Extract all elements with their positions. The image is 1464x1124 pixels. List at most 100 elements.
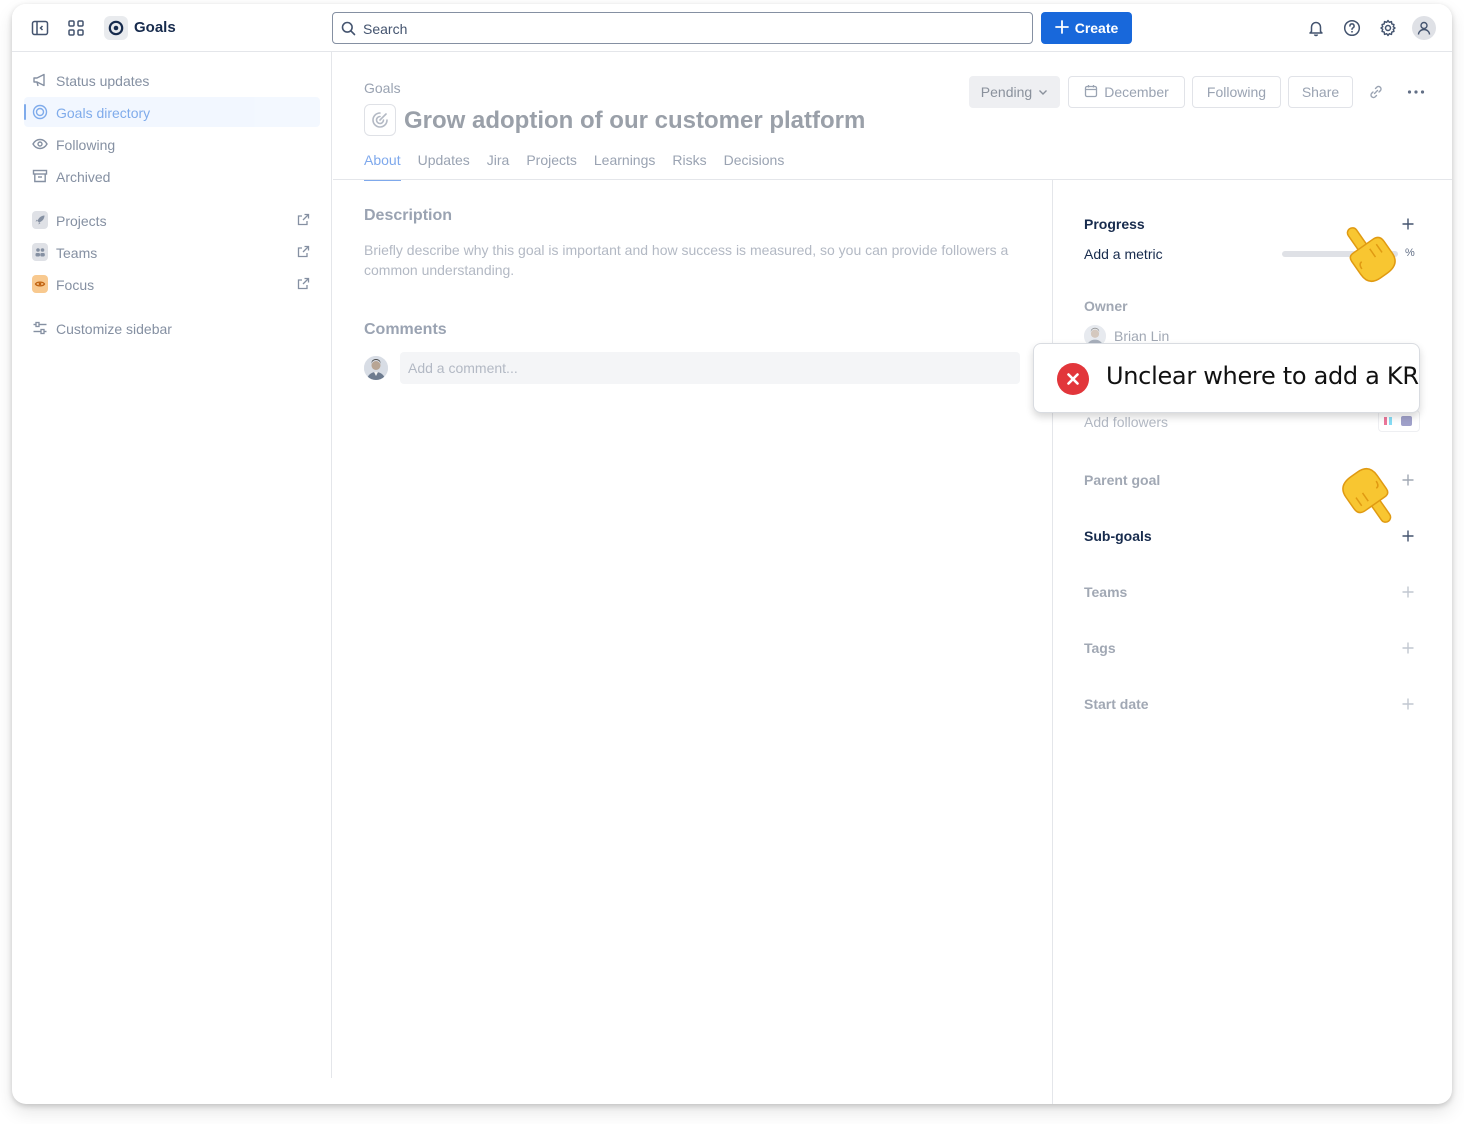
comment-input[interactable]: Add a comment... (400, 352, 1020, 384)
progress-label: Progress (1084, 216, 1145, 232)
sidebar-item-label: Teams (56, 245, 98, 261)
sidebar-item-archived[interactable]: Archived (24, 161, 320, 191)
sidebar-item-label: Goals directory (56, 105, 151, 121)
sidebar-item-label: Following (56, 137, 116, 153)
app-name[interactable]: Goals (134, 19, 176, 36)
tab-jira[interactable]: Jira (487, 152, 510, 180)
tab-about[interactable]: About (364, 152, 401, 181)
pointing-hand-icon (1336, 464, 1402, 535)
goal-tabs: About Updates Jira Projects Learnings Ri… (364, 152, 785, 181)
description-field[interactable]: Briefly describe why this goal is import… (364, 240, 1014, 280)
tab-risks[interactable]: Risks (672, 152, 706, 180)
target-icon (32, 104, 48, 120)
add-parent-goal-plus-icon[interactable] (1400, 472, 1416, 488)
sidebar-item-label: Status updates (56, 73, 150, 89)
plus-icon (1054, 19, 1069, 37)
rocket-icon (32, 211, 48, 229)
external-link-icon[interactable] (297, 277, 310, 293)
settings-gear-icon[interactable] (1376, 16, 1400, 40)
notifications-bell-icon[interactable] (1304, 16, 1328, 40)
sidebar-item-goals-directory[interactable]: Goals directory (24, 97, 320, 127)
sidebar-item-following[interactable]: Following (24, 129, 320, 159)
customize-sidebar-button[interactable]: Customize sidebar (24, 313, 320, 343)
sidebar-toggle-icon[interactable] (28, 16, 52, 40)
sidebar-item-status-updates[interactable]: Status updates (24, 65, 320, 95)
pointing-hand-icon (1336, 220, 1402, 291)
help-icon[interactable] (1340, 16, 1364, 40)
sidebar-item-label: Focus (56, 277, 95, 293)
search-icon (341, 21, 356, 41)
focus-icon (32, 275, 48, 293)
parent-goal-label: Parent goal (1084, 472, 1161, 488)
sidebar-item-focus[interactable]: Focus (24, 269, 320, 299)
calendar-icon (1084, 84, 1098, 101)
sliders-icon (32, 320, 48, 336)
integrations-icon[interactable] (1378, 410, 1420, 432)
about-content: Description Briefly describe why this go… (333, 180, 1053, 1104)
status-dropdown[interactable]: Pending (969, 76, 1060, 108)
add-followers-link[interactable]: Add followers (1084, 414, 1168, 430)
tags-label: Tags (1084, 640, 1116, 656)
share-button-label: Share (1301, 84, 1340, 100)
owner-name[interactable]: Brian Lin (1114, 328, 1169, 344)
share-button[interactable]: Share (1288, 76, 1353, 108)
add-start-date-plus-icon[interactable] (1400, 696, 1416, 712)
add-progress-plus-icon[interactable] (1400, 216, 1416, 232)
sidebar-item-teams[interactable]: Teams (24, 237, 320, 267)
user-avatar-icon[interactable] (1412, 16, 1436, 40)
comment-placeholder: Add a comment... (408, 360, 518, 376)
tab-updates[interactable]: Updates (418, 152, 470, 180)
active-indicator (24, 104, 26, 120)
page-title[interactable]: Grow adoption of our customer platform (404, 107, 865, 135)
progress-unit: % (1405, 247, 1415, 259)
tab-learnings[interactable]: Learnings (594, 152, 656, 180)
eye-icon (32, 136, 48, 152)
people-icon (32, 243, 48, 261)
goals-logo-icon[interactable] (104, 16, 128, 40)
sidebar-item-label: Archived (56, 169, 111, 185)
owner-label: Owner (1084, 298, 1128, 314)
following-button-label: Following (1206, 84, 1267, 100)
target-date-button[interactable]: December (1068, 76, 1185, 108)
commenter-avatar (364, 356, 388, 380)
tab-projects[interactable]: Projects (526, 152, 577, 180)
sidebar: Status updates Goals directory Following… (12, 52, 332, 1078)
app-switcher-icon[interactable] (64, 16, 88, 40)
copy-link-icon[interactable] (1360, 76, 1392, 108)
external-link-icon[interactable] (297, 245, 310, 261)
search-input[interactable]: Search (332, 12, 1033, 44)
following-button[interactable]: Following (1192, 76, 1281, 108)
status-dropdown-label: Pending (980, 84, 1033, 100)
target-date-label: December (1104, 84, 1169, 100)
description-heading: Description (364, 207, 453, 224)
breadcrumb[interactable]: Goals (364, 80, 401, 96)
chevron-down-icon (1038, 84, 1048, 100)
app-window: Goals Search Create Status updates Goals… (12, 4, 1452, 1104)
error-x-icon (1057, 363, 1089, 395)
callout-text: Unclear where to add a KR (1106, 362, 1419, 390)
start-date-label: Start date (1084, 696, 1149, 712)
sidebar-item-label: Customize sidebar (56, 321, 172, 337)
external-link-icon[interactable] (297, 213, 310, 229)
sub-goals-label: Sub-goals (1084, 528, 1152, 544)
top-navigation: Goals Search Create (12, 4, 1452, 52)
megaphone-icon (32, 72, 48, 88)
comments-heading: Comments (364, 321, 447, 338)
create-button[interactable]: Create (1041, 12, 1132, 44)
add-tag-plus-icon[interactable] (1400, 640, 1416, 656)
goal-page: Goals Grow adoption of our customer plat… (333, 52, 1452, 1104)
goal-details-panel: Progress Add a metric % Owner Brian Lin … (1054, 180, 1452, 1104)
search-placeholder: Search (363, 21, 408, 37)
sidebar-item-projects[interactable]: Projects (24, 205, 320, 235)
more-actions-icon[interactable] (1400, 76, 1432, 108)
archive-icon (32, 168, 48, 184)
create-button-label: Create (1074, 20, 1119, 36)
sidebar-item-label: Projects (56, 213, 107, 229)
add-team-plus-icon[interactable] (1400, 584, 1416, 600)
add-metric-link[interactable]: Add a metric (1084, 246, 1163, 262)
add-sub-goal-plus-icon[interactable] (1400, 528, 1416, 544)
tab-decisions[interactable]: Decisions (724, 152, 785, 180)
goal-progress-icon[interactable] (364, 104, 396, 136)
error-callout: Unclear where to add a KR (1033, 343, 1420, 413)
teams-label: Teams (1084, 584, 1128, 600)
